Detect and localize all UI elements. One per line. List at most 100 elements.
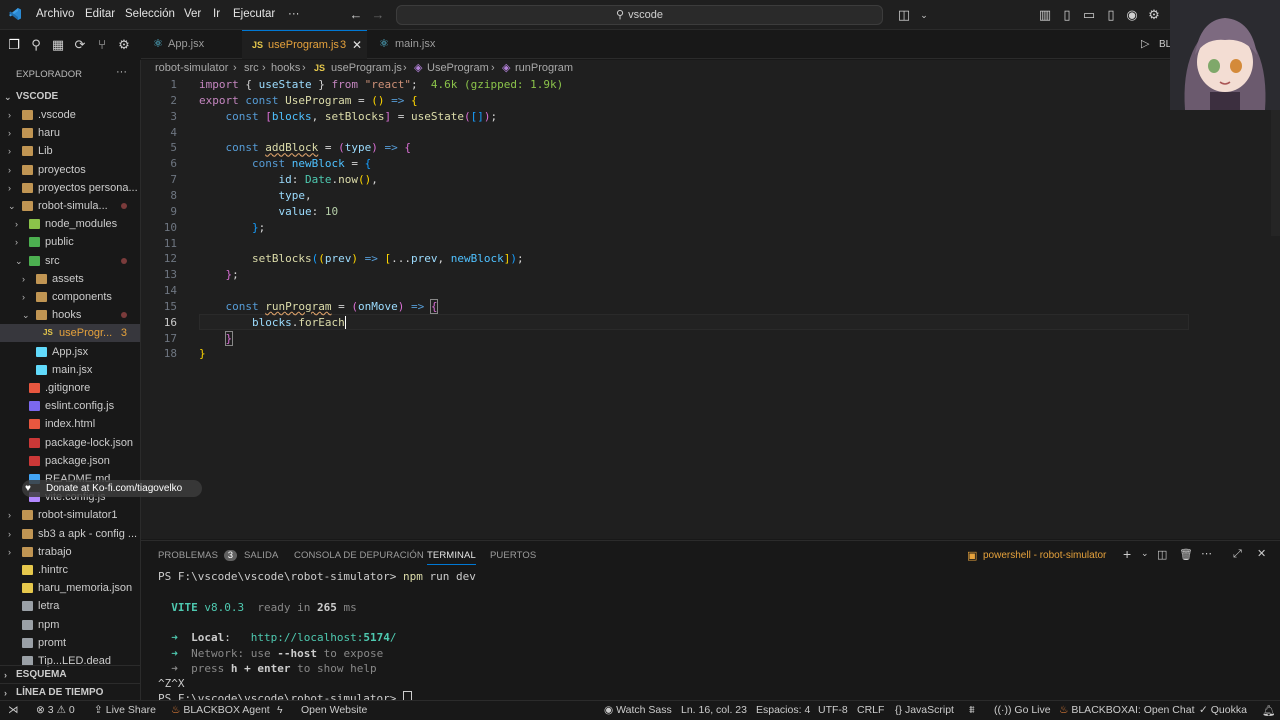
panel-tab-ports[interactable]: PUERTOS	[490, 550, 536, 561]
lightning-icon[interactable]: ϟ	[277, 704, 283, 716]
tree-file[interactable]: haru_memoria.json	[0, 579, 140, 597]
code-line[interactable]: export const UseProgram = () => {	[199, 93, 418, 109]
code-line[interactable]: const [blocks, setBlocks] = useState([])…	[199, 109, 498, 125]
blackbox-agent-button[interactable]: ♨ BLACKBOX Agent	[171, 704, 270, 716]
menu-more[interactable]: ···	[288, 8, 300, 20]
run-debug-icon[interactable]: ⚙	[116, 37, 132, 53]
workspace-root[interactable]: ⌄ VSCODE	[0, 88, 140, 106]
go-live-button[interactable]: ((·)) Go Live	[994, 704, 1051, 716]
breadcrumb-item[interactable]: hooks	[271, 60, 300, 76]
watch-sass-button[interactable]: ◉ Watch Sass	[604, 704, 672, 716]
trash-icon[interactable]: 🗑︎	[1179, 548, 1193, 561]
search-view-icon[interactable]: ⚲	[28, 37, 44, 53]
code-line[interactable]: const newBlock = {	[199, 156, 371, 172]
code-line[interactable]: type,	[199, 188, 311, 204]
tree-folder[interactable]: › sb3 a apk - config ...	[0, 525, 140, 543]
tab-useprogram-js[interactable]: JS useProgram.js 3 ✕	[242, 30, 367, 59]
code-line[interactable]: setBlocks((prev) => [...prev, newBlock])…	[199, 251, 524, 267]
tree-file[interactable]: App.jsx	[0, 343, 140, 361]
prettier-icon[interactable]: ⩩	[969, 704, 975, 717]
breadcrumb-item[interactable]: robot-simulator	[155, 60, 228, 76]
remote-indicator-icon[interactable]: ⋊	[8, 704, 19, 716]
tree-file[interactable]: JS useProgr... 3	[0, 324, 140, 343]
tree-folder[interactable]: › haru	[0, 124, 140, 142]
menu-archivo[interactable]: Archivo	[36, 8, 74, 20]
copilot-chat-icon[interactable]: ◫	[896, 7, 912, 23]
encoding[interactable]: UTF-8	[818, 704, 848, 716]
code-editor[interactable]: 1 import { useState } from "react"; 4.6k …	[141, 76, 1280, 539]
menu-seleccion[interactable]: Selección	[125, 8, 175, 20]
accounts-icon[interactable]: ◉	[1124, 7, 1140, 23]
toggle-primary-sidebar-icon[interactable]: ▯	[1059, 7, 1075, 23]
code-line[interactable]: import { useState } from "react"; 4.6k (…	[199, 77, 563, 93]
live-share-button[interactable]: ⇪ Live Share	[94, 704, 156, 716]
indentation[interactable]: Espacios: 4	[756, 704, 810, 716]
panel-tab-problems[interactable]: PROBLEMAS 3	[158, 550, 238, 561]
tree-folder[interactable]: › Lib	[0, 142, 140, 160]
chevron-down-icon[interactable]: ⌄	[916, 7, 932, 23]
explorer-more-button[interactable]: ···	[116, 66, 127, 78]
tree-file[interactable]: .hintrc	[0, 561, 140, 579]
tree-folder[interactable]: › .vscode	[0, 106, 140, 124]
tree-folder[interactable]: › components	[0, 288, 140, 306]
chevron-down-icon[interactable]: ⌄	[1141, 548, 1149, 559]
split-terminal-icon[interactable]: ◫	[1157, 548, 1167, 561]
problems-indicator[interactable]: ⊗ 3 ⚠ 0	[36, 704, 75, 716]
tab-app-jsx[interactable]: ⚛ App.jsx	[141, 30, 242, 59]
tree-file[interactable]: main.jsx	[0, 361, 140, 379]
tree-folder[interactable]: › proyectos persona...	[0, 179, 140, 197]
outline-section[interactable]: › ESQUEMA	[0, 665, 140, 683]
tree-file[interactable]: eslint.config.js	[0, 397, 140, 415]
tree-folder[interactable]: › assets	[0, 270, 140, 288]
code-line[interactable]: const runProgram = (onMove) => {	[199, 298, 439, 315]
tree-file[interactable]: package-lock.json	[0, 434, 140, 452]
toggle-panel-icon[interactable]: ▭	[1081, 7, 1097, 23]
code-line[interactable]: };	[199, 220, 265, 236]
blackbox-chat-button[interactable]: ♨ BLACKBOXAI: Open Chat	[1059, 704, 1195, 716]
explorer-files-icon[interactable]: ❐	[6, 37, 22, 53]
layout-customize-icon[interactable]: ▥	[1037, 7, 1053, 23]
command-center-search[interactable]: ⚲ vscode	[396, 5, 883, 25]
tree-folder[interactable]: › proyectos	[0, 161, 140, 179]
timeline-section[interactable]: › LÍNEA DE TIEMPO	[0, 683, 140, 700]
tree-file[interactable]: promt	[0, 634, 140, 652]
back-arrow-icon[interactable]: ←	[348, 7, 364, 23]
cursor-position[interactable]: Ln. 16, col. 23	[681, 704, 747, 716]
notifications-bell-icon[interactable]: 🔔︎	[1262, 704, 1275, 717]
code-line[interactable]: blocks.forEach	[199, 315, 346, 331]
breadcrumb-item[interactable]: useProgram.js	[331, 60, 402, 76]
menu-ver[interactable]: Ver	[184, 8, 201, 20]
forward-arrow-icon[interactable]: →	[370, 7, 386, 23]
tab-main-jsx[interactable]: ⚛ main.jsx	[367, 30, 467, 59]
tree-file[interactable]: letra	[0, 597, 140, 615]
close-icon[interactable]: ✕	[352, 31, 362, 60]
breadcrumb-item[interactable]: runProgram	[515, 60, 573, 76]
code-line[interactable]: value: 10	[199, 204, 338, 220]
menu-editar[interactable]: Editar	[85, 8, 115, 20]
tree-folder[interactable]: › trabajo	[0, 543, 140, 561]
close-panel-icon[interactable]: ✕	[1257, 547, 1266, 560]
code-line[interactable]: const addBlock = (type) => {	[199, 140, 411, 156]
tree-file[interactable]: npm	[0, 616, 140, 634]
code-line[interactable]: }	[199, 346, 206, 362]
breadcrumb-item[interactable]: UseProgram	[427, 60, 489, 76]
panel-tab-terminal[interactable]: TERMINAL	[427, 550, 476, 565]
tree-folder[interactable]: ⌄ hooks	[0, 306, 140, 324]
end-of-line[interactable]: CRLF	[857, 704, 884, 716]
language-mode[interactable]: {} JavaScript	[895, 704, 954, 716]
code-line[interactable]: id: Date.now(),	[199, 172, 377, 188]
tree-folder[interactable]: › node_modules	[0, 215, 140, 233]
tree-folder[interactable]: ⌄ src	[0, 252, 140, 270]
tree-file[interactable]: package.json	[0, 452, 140, 470]
tree-file[interactable]: .gitignore	[0, 379, 140, 397]
remote-explorer-icon[interactable]: ⟳	[72, 37, 88, 53]
run-button-icon[interactable]: ▷	[1141, 37, 1149, 50]
more-actions-icon[interactable]: ⋯	[1201, 547, 1212, 560]
settings-gear-icon[interactable]: ⚙	[1146, 7, 1162, 23]
tree-folder[interactable]: › robot-simulator1	[0, 506, 140, 524]
tree-folder[interactable]: › public	[0, 233, 140, 251]
panel-tab-debug-console[interactable]: CONSOLA DE DEPURACIÓN	[294, 550, 424, 561]
breadcrumb-item[interactable]: src	[244, 60, 259, 76]
new-terminal-icon[interactable]: +	[1123, 546, 1131, 562]
open-website-button[interactable]: Open Website	[301, 704, 367, 716]
